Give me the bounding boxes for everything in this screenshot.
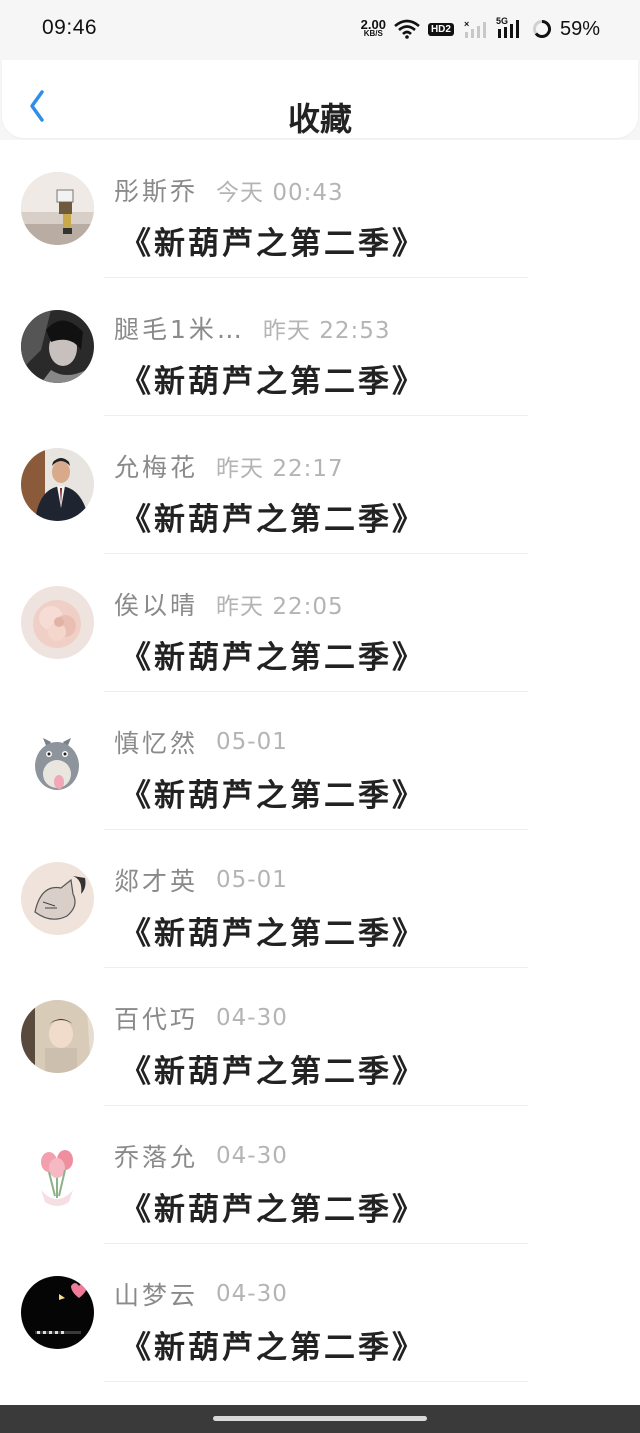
avatar[interactable] <box>21 448 94 521</box>
item-sender-name: 俟以晴 <box>114 591 199 620</box>
item-meta: 乔落允 04-30 <box>114 1140 288 1172</box>
home-gesture-handle[interactable] <box>213 1416 427 1421</box>
item-content: 《新葫芦之第二季》 <box>120 226 426 262</box>
favorites-list: 彤斯乔 今天 00:43 《新葫芦之第二季》 腿毛1米… 昨天 22:53 《新… <box>0 140 640 1382</box>
avatar[interactable] <box>21 1138 94 1211</box>
item-sender-name: 百代巧 <box>114 1005 199 1034</box>
list-item[interactable]: 郯才英 05-01 《新葫芦之第二季》 <box>0 830 640 968</box>
item-meta: 慎忆然 05-01 <box>114 726 288 758</box>
item-time: 今天 00:43 <box>216 180 344 206</box>
battery-ring-icon <box>532 20 551 38</box>
avatar[interactable] <box>21 586 94 659</box>
avatar[interactable] <box>21 724 94 797</box>
item-sender-name: 乔落允 <box>114 1143 199 1172</box>
status-bar: 09:46 2.00 KB/S HD2 × 5G 59% <box>0 0 640 60</box>
network-speed-unit: KB/S <box>363 29 383 38</box>
item-time: 05-01 <box>216 867 288 893</box>
suit-man-avatar-icon <box>21 448 94 521</box>
pink-flower-avatar-icon <box>21 586 94 659</box>
item-time: 05-01 <box>216 729 288 755</box>
list-item[interactable]: 腿毛1米… 昨天 22:53 《新葫芦之第二季》 <box>0 278 640 416</box>
navigation-bar <box>0 1405 640 1433</box>
item-meta: 百代巧 04-30 <box>114 1002 288 1034</box>
item-time: 04-30 <box>216 1281 288 1307</box>
item-sender-name: 允梅花 <box>114 453 199 482</box>
item-content: 《新葫芦之第二季》 <box>120 364 426 400</box>
item-meta: 腿毛1米… 昨天 22:53 <box>114 312 391 344</box>
list-item[interactable]: 百代巧 04-30 《新葫芦之第二季》 <box>0 968 640 1106</box>
item-time: 04-30 <box>216 1143 288 1169</box>
figurine-avatar-icon <box>21 172 94 245</box>
list-item[interactable]: 俟以晴 昨天 22:05 《新葫芦之第二季》 <box>0 554 640 692</box>
item-time: 昨天 22:05 <box>216 594 344 620</box>
item-meta: 俟以晴 昨天 22:05 <box>114 588 344 620</box>
hd-badge: HD2 <box>427 22 454 36</box>
item-meta: 允梅花 昨天 22:17 <box>114 450 344 482</box>
list-item[interactable]: 允梅花 昨天 22:17 《新葫芦之第二季》 <box>0 416 640 554</box>
item-content: 《新葫芦之第二季》 <box>120 778 426 814</box>
signal-5g-icon: 5G <box>496 16 524 39</box>
wifi-icon <box>394 19 420 39</box>
cat-sketch-avatar-icon <box>21 862 94 935</box>
network-speed: 2.00 KB/S <box>360 17 386 38</box>
totoro-avatar-icon <box>21 724 94 797</box>
signal-empty-icon: × <box>464 19 486 38</box>
dark-portrait-avatar-icon <box>21 310 94 383</box>
black-heart-avatar-icon <box>21 1276 94 1349</box>
header: 收藏 <box>0 60 640 140</box>
item-sender-name: 慎忆然 <box>114 729 199 758</box>
list-item[interactable]: 乔落允 04-30 《新葫芦之第二季》 <box>0 1106 640 1244</box>
item-content: 《新葫芦之第二季》 <box>120 916 426 952</box>
list-item[interactable]: 山梦云 04-30 《新葫芦之第二季》 <box>0 1244 640 1382</box>
item-meta: 彤斯乔 今天 00:43 <box>114 174 344 206</box>
item-content: 《新葫芦之第二季》 <box>120 502 426 538</box>
status-icons: 2.00 KB/S HD2 × 5G 59% <box>361 16 600 42</box>
item-sender-name: 郯才英 <box>114 867 199 896</box>
avatar[interactable] <box>21 1276 94 1349</box>
item-sender-name: 彤斯乔 <box>114 177 199 206</box>
battery-percent: 59% <box>559 17 600 40</box>
item-meta: 郯才英 05-01 <box>114 864 288 896</box>
avatar[interactable] <box>21 310 94 383</box>
item-time: 昨天 22:53 <box>262 318 391 344</box>
status-time: 09:46 <box>42 16 98 39</box>
item-content: 《新葫芦之第二季》 <box>120 640 426 676</box>
item-sender-name: 山梦云 <box>114 1281 199 1310</box>
item-content: 《新葫芦之第二季》 <box>120 1330 426 1366</box>
avatar[interactable] <box>21 172 94 245</box>
tulip-avatar-icon <box>21 1138 94 1211</box>
item-meta: 山梦云 04-30 <box>114 1278 288 1310</box>
svg-text:×: × <box>464 19 469 29</box>
divider <box>104 1381 528 1382</box>
list-item[interactable]: 慎忆然 05-01 《新葫芦之第二季》 <box>0 692 640 830</box>
list-item[interactable]: 彤斯乔 今天 00:43 《新葫芦之第二季》 <box>0 140 640 278</box>
item-time: 昨天 22:17 <box>216 456 344 482</box>
page-title: 收藏 <box>287 100 352 138</box>
item-content: 《新葫芦之第二季》 <box>120 1054 426 1090</box>
item-sender-name: 腿毛1米… <box>114 315 245 344</box>
network-speed-value: 2.00 <box>360 17 386 32</box>
avatar[interactable] <box>21 1000 94 1073</box>
header-card: 收藏 <box>2 60 638 138</box>
item-content: 《新葫芦之第二季》 <box>120 1192 426 1228</box>
cozy-person-avatar-icon <box>21 1000 94 1073</box>
item-time: 04-30 <box>216 1005 288 1031</box>
avatar[interactable] <box>21 862 94 935</box>
